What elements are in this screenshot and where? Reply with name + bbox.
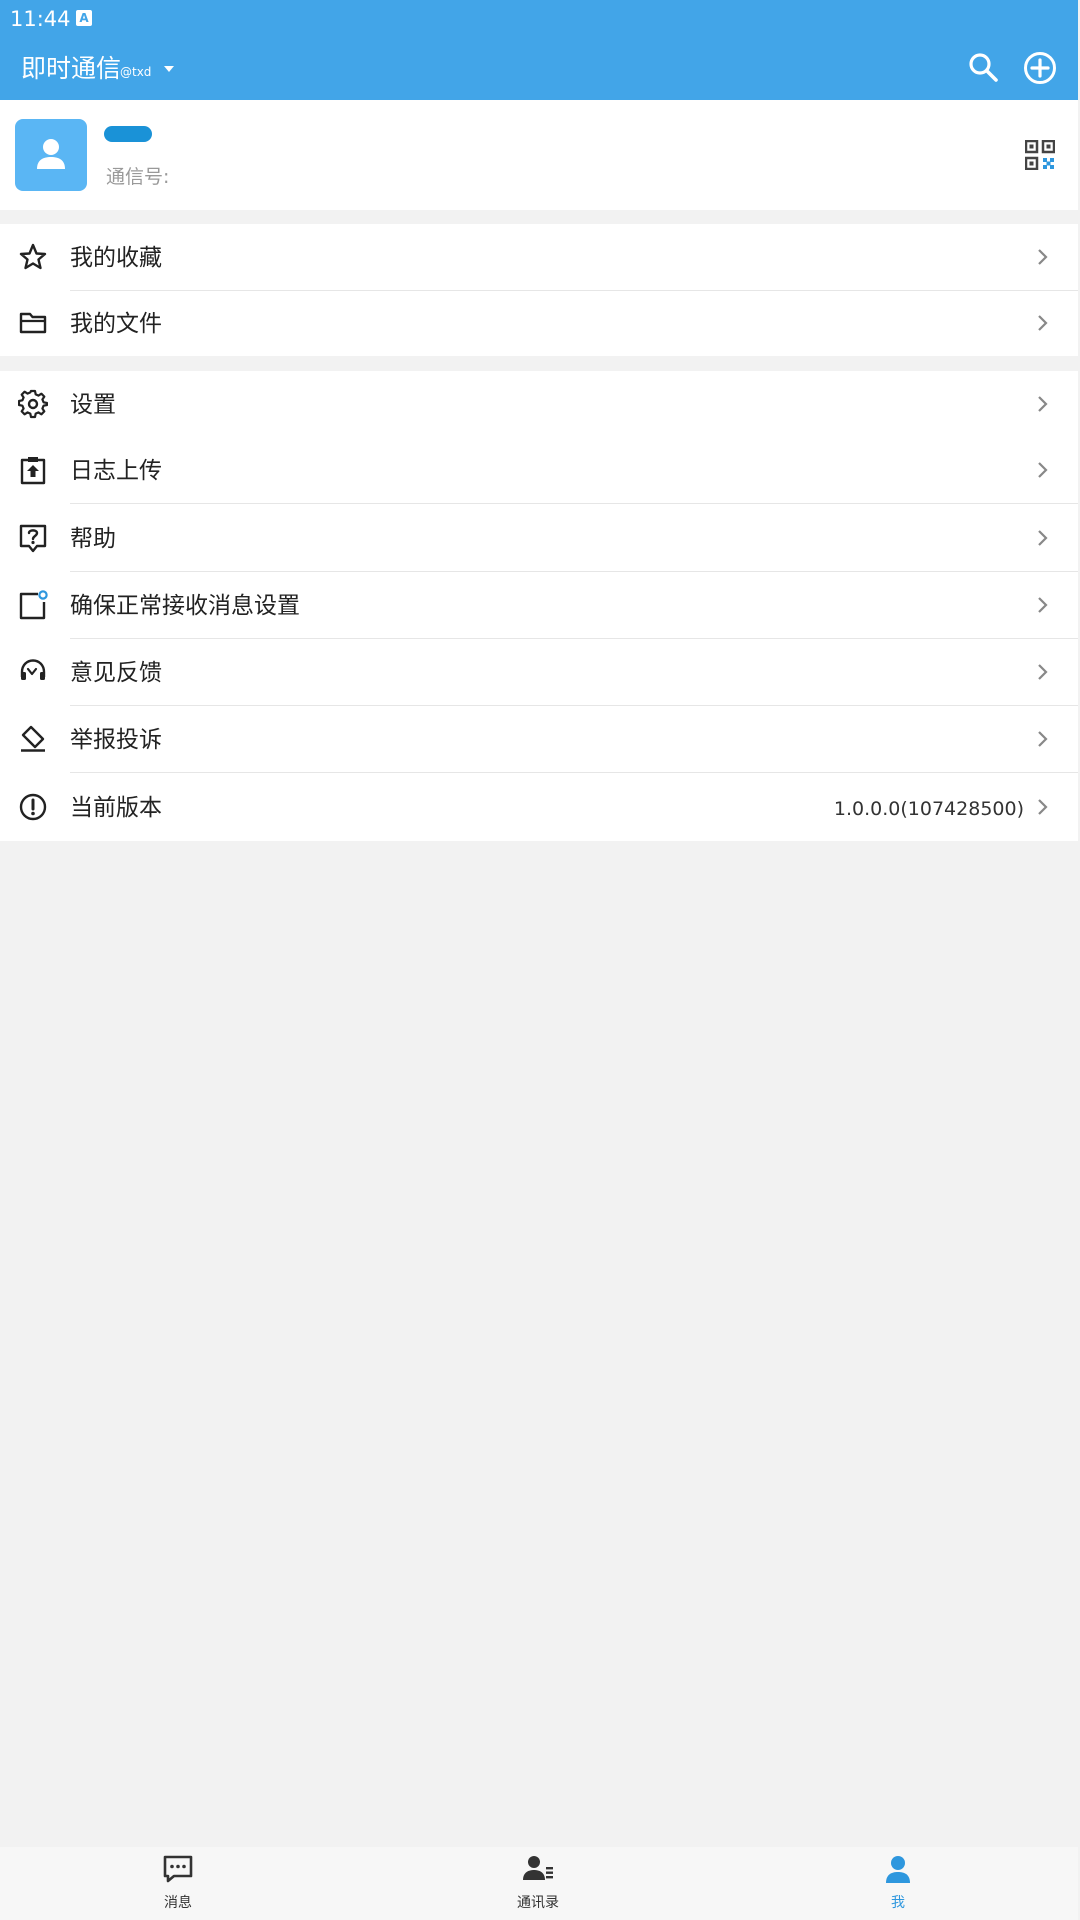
version-value: 1.0.0.0(107428500) — [833, 798, 1024, 820]
add-circle-icon[interactable] — [1020, 48, 1060, 88]
chevron-right-icon — [1038, 664, 1048, 680]
menu-label: 我的收藏 — [70, 245, 162, 271]
chevron-right-icon — [1038, 249, 1048, 265]
menu-group-favorites-files: 我的收藏 我的文件 — [0, 224, 1078, 356]
tab-label: 我 — [891, 1895, 905, 1911]
tab-contacts[interactable]: 通讯录 — [478, 1847, 598, 1920]
menu-item-notification-settings[interactable]: 确保正常接收消息设置 — [0, 572, 1078, 638]
chevron-right-icon — [1038, 597, 1048, 613]
chevron-right-icon — [1038, 799, 1048, 815]
star-icon — [19, 243, 47, 270]
upload-clipboard-icon — [20, 457, 46, 485]
tab-label: 消息 — [164, 1895, 192, 1911]
profile-id-label: 通信号: — [106, 166, 170, 188]
avatar[interactable] — [15, 119, 87, 191]
profile-name-redacted — [104, 126, 152, 142]
report-eraser-icon — [21, 725, 45, 752]
person-icon — [886, 1856, 910, 1883]
headset-icon — [20, 659, 46, 680]
menu-label: 意见反馈 — [70, 660, 162, 686]
divider — [70, 503, 1078, 504]
menu-item-help[interactable]: 帮助 — [0, 505, 1078, 571]
status-time: 11:44 — [10, 7, 71, 31]
gear-icon — [18, 389, 48, 419]
menu-label: 当前版本 — [70, 795, 162, 821]
bottom-nav: 消息 通讯录 我 — [0, 1847, 1078, 1920]
chevron-right-icon — [1038, 315, 1048, 331]
app-title[interactable]: 即时通信 — [21, 52, 121, 86]
menu-item-log-upload[interactable]: 日志上传 — [0, 437, 1078, 503]
folder-icon — [19, 312, 47, 334]
a-badge-icon: A — [76, 10, 92, 26]
menu-label: 日志上传 — [70, 458, 162, 484]
chevron-right-icon — [1038, 396, 1048, 412]
menu-label: 举报投诉 — [70, 727, 162, 753]
menu-label: 帮助 — [70, 526, 116, 552]
person-icon — [37, 139, 65, 169]
help-bubble-icon — [19, 524, 47, 553]
notification-square-icon — [19, 590, 48, 620]
app-bar: 11:44 A 即时通信 @txd — [0, 0, 1078, 100]
chevron-down-icon[interactable] — [164, 66, 174, 72]
chevron-right-icon — [1038, 530, 1048, 546]
menu-item-version[interactable]: 当前版本 1.0.0.0(107428500) — [0, 774, 1078, 840]
menu-item-favorites[interactable]: 我的收藏 — [0, 224, 1078, 290]
chevron-right-icon — [1038, 731, 1048, 747]
menu-item-report[interactable]: 举报投诉 — [0, 706, 1078, 772]
menu-label: 确保正常接收消息设置 — [70, 593, 300, 619]
tab-me[interactable]: 我 — [838, 1847, 958, 1920]
menu-label: 我的文件 — [70, 311, 162, 337]
menu-item-feedback[interactable]: 意见反馈 — [0, 639, 1078, 705]
tab-messages[interactable]: 消息 — [118, 1847, 238, 1920]
qr-code-icon[interactable] — [1025, 140, 1055, 170]
tab-label: 通讯录 — [517, 1895, 559, 1911]
chat-icon — [163, 1855, 193, 1883]
menu-item-files[interactable]: 我的文件 — [0, 290, 1078, 356]
search-icon[interactable] — [964, 48, 1004, 88]
chevron-right-icon — [1038, 462, 1048, 478]
menu-group-settings: 设置 日志上传 帮助 确保正常接收消息设置 意见反馈 举报投诉 当前版本 1.0… — [0, 371, 1078, 841]
info-circle-icon — [19, 793, 47, 821]
contacts-icon — [523, 1856, 553, 1880]
profile-card[interactable]: 通信号: — [0, 100, 1078, 210]
screen: 11:44 A 即时通信 @txd 通信号: 我的收藏 我的文件 设置 日志上传… — [0, 0, 1078, 1920]
divider — [70, 772, 1078, 773]
app-subtitle[interactable]: @txd — [120, 64, 151, 80]
menu-label: 设置 — [70, 392, 116, 418]
menu-item-settings[interactable]: 设置 — [0, 371, 1078, 437]
